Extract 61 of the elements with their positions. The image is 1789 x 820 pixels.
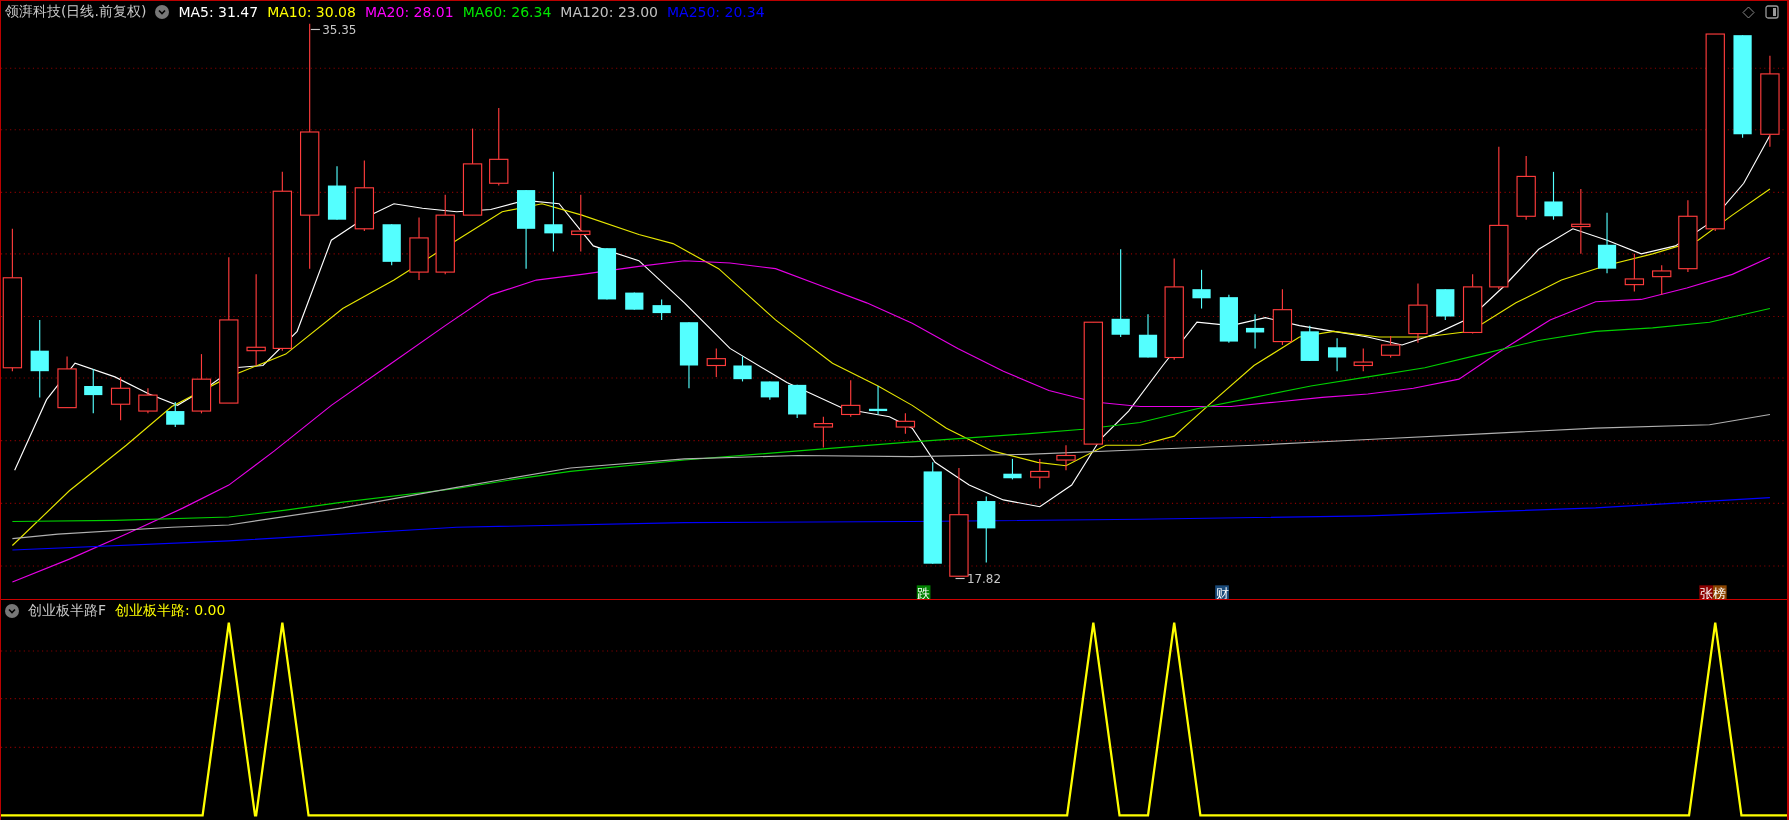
price-extreme-label: 35.35 xyxy=(310,23,357,38)
moving-average-value: MA120: 23.00 xyxy=(560,4,658,20)
candlestick xyxy=(327,165,347,221)
event-badge[interactable]: 跌 xyxy=(916,585,931,599)
candlestick xyxy=(1408,282,1428,344)
candlestick xyxy=(84,368,103,414)
candlestick xyxy=(788,384,807,419)
candlestick xyxy=(1436,288,1455,321)
dropdown-icon[interactable] xyxy=(155,5,170,19)
candlestick xyxy=(571,194,591,253)
moving-average-value: MA60: 26.34 xyxy=(462,4,552,20)
moving-average-value: MA5: 31.47 xyxy=(178,4,259,20)
dropdown-icon[interactable] xyxy=(5,604,19,618)
candlestick xyxy=(1624,253,1645,293)
event-badge[interactable]: 财 xyxy=(1215,585,1229,599)
candlestick xyxy=(1571,188,1591,255)
candlestick xyxy=(1544,171,1563,221)
candlestick xyxy=(1597,212,1617,274)
candlestick xyxy=(1353,347,1373,372)
chart-title: 领湃科技(日线.前复权) xyxy=(5,3,147,21)
moving-average-value: MA10: 30.08 xyxy=(267,4,356,20)
moving-average-value: MA20: 28.01 xyxy=(364,4,454,20)
candlestick xyxy=(57,355,77,409)
candlestick xyxy=(733,355,752,382)
price-extreme-label: 17.82 xyxy=(954,572,1002,587)
candlestick xyxy=(868,385,888,416)
candlestick xyxy=(138,387,158,414)
candlestick xyxy=(1516,155,1536,221)
candlestick xyxy=(1138,313,1158,359)
candlestick xyxy=(841,379,861,418)
candlestick xyxy=(110,376,131,421)
indicator-name: 创业板半路F xyxy=(28,602,107,620)
candlestick xyxy=(1300,325,1319,362)
candlestick xyxy=(1003,458,1022,480)
panel-toggle-icon[interactable] xyxy=(1765,5,1779,19)
candlestick xyxy=(625,292,644,311)
candlestick xyxy=(1219,294,1238,344)
candlestick xyxy=(597,247,617,300)
candlestick xyxy=(382,223,401,266)
candlestick xyxy=(706,347,726,378)
candlestick xyxy=(1030,458,1050,490)
event-badge[interactable]: 张 xyxy=(1699,585,1713,599)
candlestick xyxy=(760,380,779,401)
candlestick xyxy=(1192,269,1211,310)
candlestick xyxy=(1652,264,1672,296)
candlestick xyxy=(409,216,429,281)
candlestick xyxy=(1272,288,1293,346)
candlestick xyxy=(1056,444,1076,471)
candlestick xyxy=(166,401,185,428)
candlestick xyxy=(895,412,916,435)
candlestick xyxy=(652,298,671,321)
candlestick xyxy=(977,495,996,564)
indicator-value: 创业板半路: 0.00 xyxy=(115,602,226,620)
candlestick xyxy=(1245,313,1265,349)
candlestick xyxy=(1327,337,1347,372)
candlestick xyxy=(191,353,212,414)
moving-average-value: MA250: 20.34 xyxy=(666,4,765,20)
candlestick xyxy=(813,416,834,449)
candlestick xyxy=(1380,335,1401,359)
candlestick xyxy=(679,321,699,389)
candlestick xyxy=(1462,273,1483,335)
